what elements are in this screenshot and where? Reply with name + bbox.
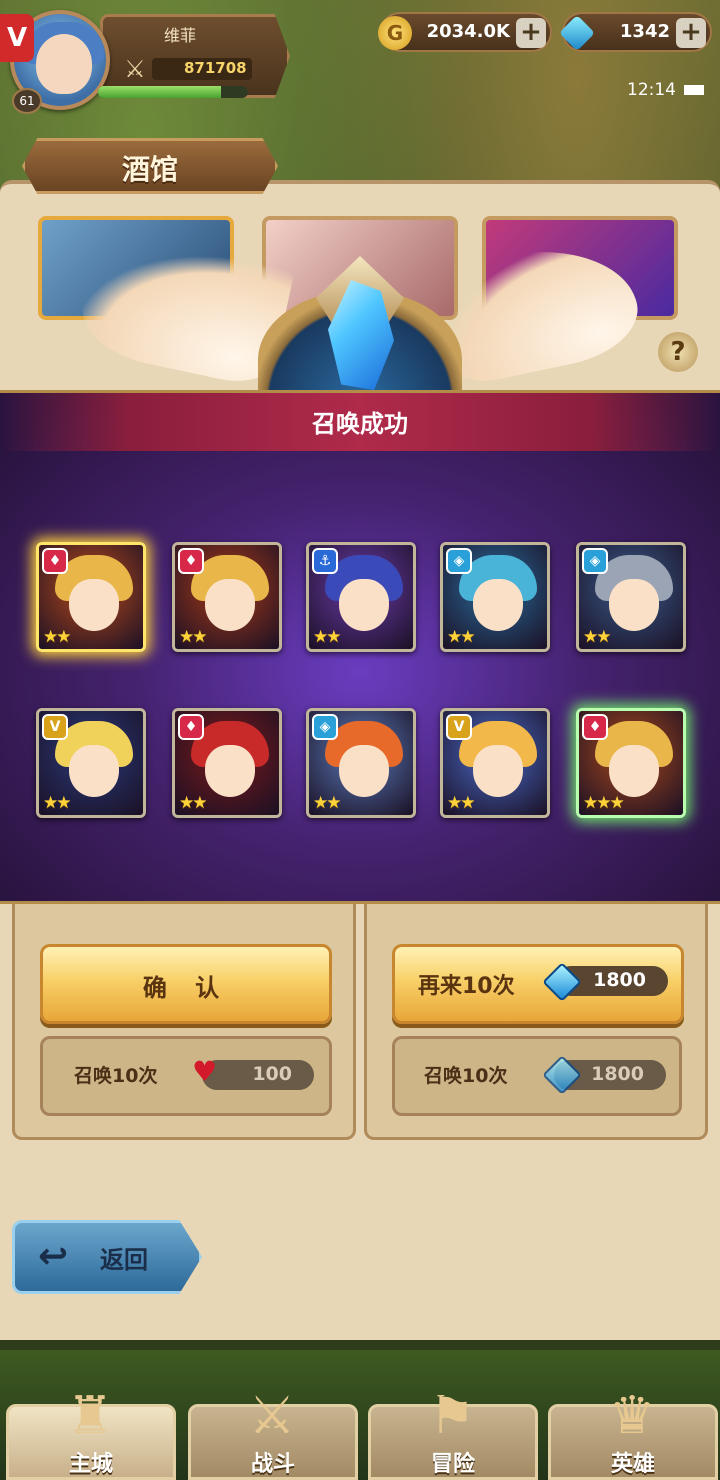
return-arrow-icon: ↩ (38, 1236, 69, 1277)
nav-label-battle: 战斗 (250, 1452, 295, 1477)
hero-face (609, 579, 659, 631)
swords-icon: ⚔ (248, 1386, 296, 1446)
hero-card[interactable]: ♦ ★★ (36, 542, 146, 652)
hero-face (339, 745, 389, 797)
hero-face (339, 579, 389, 631)
clock-time: 12:14 (627, 80, 676, 100)
nature-faction-icon: ◈ (582, 548, 608, 574)
scroll-icon: ⚑ (428, 1386, 476, 1446)
hero-stars: ★★ (583, 627, 612, 647)
hero-face (473, 745, 523, 797)
summon-ten-label-left: 召唤10次 (74, 1065, 158, 1087)
confirm-button-label: 确 认 (142, 974, 230, 1002)
heart-cost-value: 100 (252, 1063, 292, 1085)
hero-card[interactable]: ◈ ★★ (576, 542, 686, 652)
hero-card[interactable]: V ★★ (440, 708, 550, 818)
add-gold-button[interactable]: + (516, 18, 546, 48)
nature-faction-icon: ◈ (446, 548, 472, 574)
xp-bar-fill (98, 86, 221, 98)
crossed-swords-icon: ⚔ (124, 55, 146, 83)
hero-stars: ★★ (179, 627, 208, 647)
hero-card[interactable]: ⚓ ★★ (306, 542, 416, 652)
status-clock: 12:14 (627, 80, 704, 100)
hero-stars: ★★ (43, 627, 72, 647)
gem-amount: 1342 (619, 21, 670, 42)
hero-card[interactable]: ♦ ★★ (172, 708, 282, 818)
hero-stars: ★★ (43, 793, 72, 813)
vip-badge[interactable]: V (0, 14, 34, 62)
summon-success-title: 召唤成功 (312, 410, 408, 438)
water-faction-icon: ⚓ (312, 548, 338, 574)
fire-faction-icon: ♦ (178, 548, 204, 574)
nav-label-main-city: 主城 (68, 1452, 113, 1477)
hero-face (473, 579, 523, 631)
hero-stars: ★★ (447, 627, 476, 647)
player-hud[interactable]: V 61 维菲 ⚔ 871708 (0, 0, 300, 114)
light-faction-icon: V (446, 714, 472, 740)
summon-ten-label-right: 召唤10次 (424, 1065, 508, 1087)
hero-card[interactable]: ♦ ★★ (172, 542, 282, 652)
hero-card[interactable]: ◈ ★★ (440, 542, 550, 652)
hero-stars: ★★ (179, 793, 208, 813)
summon-again-cost-value: 1800 (593, 969, 646, 991)
combat-power-value: 871708 (184, 59, 247, 77)
hero-stars: ★★ (313, 793, 342, 813)
gold-counter: G 2034.0K + (378, 12, 552, 52)
hero-card[interactable]: ◈ ★★ (306, 708, 416, 818)
hero-face (205, 579, 255, 631)
summon-again-label: 再来10次 (418, 974, 515, 999)
tavern-title: 酒馆 (121, 153, 178, 186)
gold-coin-icon: G (378, 16, 412, 50)
help-button[interactable]: ? (658, 332, 698, 372)
hero-stars: ★★ (313, 627, 342, 647)
fire-faction-icon: ♦ (42, 548, 68, 574)
gem-cost-value: 1800 (591, 1063, 644, 1085)
nature-faction-icon: ◈ (312, 714, 338, 740)
avatar-face (36, 34, 92, 94)
hero-stars: ★★ (447, 793, 476, 813)
add-gems-button[interactable]: + (676, 18, 706, 48)
player-name: 维菲 (164, 26, 197, 45)
hero-stars: ★★★ (583, 793, 625, 813)
battery-icon (684, 85, 704, 95)
hero-face (205, 745, 255, 797)
hero-face (69, 745, 119, 797)
fire-faction-icon: ♦ (178, 714, 204, 740)
player-level-badge: 61 (12, 88, 42, 114)
hero-card[interactable]: ♦ ★★★ (576, 708, 686, 818)
gem-counter: 1342 + (558, 12, 712, 52)
castle-icon: ♜ (66, 1386, 114, 1446)
hero-icon: ♛ (608, 1386, 656, 1446)
light-faction-icon: V (42, 714, 68, 740)
heart-icon: ♥ (192, 1055, 218, 1088)
xp-bar (98, 86, 248, 98)
nav-label-heroes: 英雄 (610, 1452, 655, 1477)
fire-faction-icon: ♦ (582, 714, 608, 740)
nav-label-adventure: 冒险 (430, 1452, 475, 1477)
back-button-label: 返回 (100, 1246, 148, 1274)
hero-face (69, 579, 119, 631)
gold-amount: 2034.0K (426, 21, 510, 42)
hero-card[interactable]: V ★★ (36, 708, 146, 818)
hero-face (609, 745, 659, 797)
